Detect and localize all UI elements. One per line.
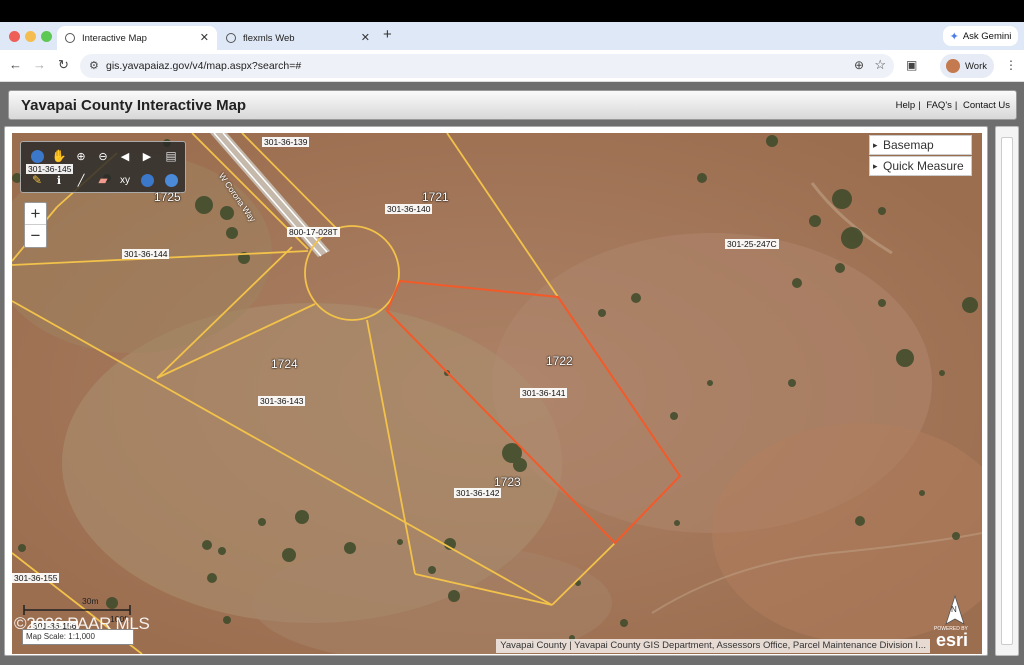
scrollbar-thumb[interactable] bbox=[1001, 137, 1013, 645]
tab-flexmls[interactable]: flexmls Web ✕ bbox=[218, 26, 378, 50]
info-globe-icon[interactable] bbox=[163, 172, 179, 188]
site-icon bbox=[226, 33, 236, 43]
xy-icon[interactable]: xy bbox=[117, 172, 133, 188]
back-button[interactable]: ← bbox=[9, 57, 22, 72]
print-icon[interactable]: ▤ bbox=[163, 148, 179, 164]
screen-top-bar bbox=[0, 0, 1024, 22]
parcel-label[interactable]: 301-36-142 bbox=[454, 488, 502, 498]
map-frame: Basemap Quick Measure ✋ ⊕ ⊖ ◀ ▶ ▤ ✎ ℹ ╱ … bbox=[4, 126, 988, 656]
zoom-out-tool-icon[interactable]: ⊖ bbox=[95, 148, 111, 164]
ask-gemini-button[interactable]: ✦ Ask Gemini bbox=[943, 26, 1018, 46]
next-extent-icon[interactable]: ▶ bbox=[139, 148, 155, 164]
avatar bbox=[946, 59, 960, 73]
forward-button[interactable]: → bbox=[33, 57, 46, 72]
identify-icon[interactable]: ℹ bbox=[51, 172, 67, 188]
tab-label: Interactive Map bbox=[82, 32, 147, 44]
mls-watermark: ©2026 PAAR MLS bbox=[14, 614, 150, 633]
cast-icon[interactable]: ▣ bbox=[906, 58, 917, 72]
help-link[interactable]: Help bbox=[896, 100, 916, 111]
previous-extent-icon[interactable]: ◀ bbox=[117, 148, 133, 164]
zoom-in-button[interactable]: + bbox=[25, 203, 46, 225]
zoom-control: + − bbox=[24, 202, 47, 248]
close-window-button[interactable] bbox=[9, 31, 20, 42]
profile-button[interactable]: Work bbox=[940, 54, 994, 78]
new-tab-button[interactable]: + bbox=[383, 26, 392, 43]
page-title: Yavapai County Interactive Map bbox=[21, 97, 247, 114]
zoom-out-button[interactable]: − bbox=[25, 225, 46, 247]
zoom-in-tool-icon[interactable]: ⊕ bbox=[73, 148, 89, 164]
maximize-window-button[interactable] bbox=[41, 31, 52, 42]
parcel-label[interactable]: 301-36-144 bbox=[122, 249, 170, 259]
measure-icon[interactable]: ✎ bbox=[29, 172, 45, 188]
contact-link[interactable]: Contact Us bbox=[963, 100, 1010, 111]
esri-wordmark: esri bbox=[936, 630, 969, 650]
basemap-widget[interactable]: Basemap bbox=[869, 135, 972, 155]
browser-tab-strip: Interactive Map ✕ flexmls Web ✕ bbox=[0, 22, 1024, 50]
help-icon[interactable] bbox=[139, 172, 155, 188]
map-attribution: Yavapai County | Yavapai County GIS Depa… bbox=[496, 639, 930, 653]
lot-number: 1722 bbox=[546, 354, 573, 368]
map-imagery bbox=[12, 133, 982, 654]
quick-measure-widget[interactable]: Quick Measure bbox=[869, 156, 972, 176]
site-info-icon[interactable]: ⚙ bbox=[89, 59, 99, 72]
tab-interactive-map[interactable]: Interactive Map ✕ bbox=[57, 26, 217, 50]
map-widgets-panel: Basemap Quick Measure bbox=[869, 135, 972, 177]
lot-number: 1725 bbox=[154, 190, 181, 204]
ask-gemini-label: Ask Gemini bbox=[962, 30, 1012, 42]
profile-label: Work bbox=[965, 60, 987, 72]
parcel-label[interactable]: 301-36-143 bbox=[258, 396, 306, 406]
parcel-label[interactable]: 800-17-028T bbox=[287, 227, 340, 237]
faq-link[interactable]: FAQ's bbox=[926, 100, 952, 111]
side-scrollbar[interactable] bbox=[995, 126, 1019, 656]
full-extent-icon[interactable] bbox=[29, 148, 45, 164]
parcel-label[interactable]: 301-36-141 bbox=[520, 388, 568, 398]
url-text: gis.yavapaiaz.gov/v4/map.aspx?search=# bbox=[106, 60, 302, 72]
minimize-window-button[interactable] bbox=[25, 31, 36, 42]
parcel-label[interactable]: 301-36-155 bbox=[12, 573, 60, 583]
north-label: N bbox=[951, 605, 957, 614]
app-header: Yavapai County Interactive Map Help | FAQ… bbox=[8, 90, 1017, 120]
parcel-label[interactable]: 301-36-140 bbox=[385, 204, 433, 214]
draw-line-icon[interactable]: ╱ bbox=[73, 172, 89, 188]
zoom-icon[interactable]: ⊕ bbox=[854, 58, 864, 72]
close-tab-icon[interactable]: ✕ bbox=[361, 31, 370, 44]
lot-number: 1724 bbox=[271, 357, 298, 371]
parcel-label[interactable]: 301-36-145 bbox=[26, 164, 74, 174]
close-tab-icon[interactable]: ✕ bbox=[200, 31, 209, 44]
scale-meters: 30m bbox=[82, 596, 99, 606]
map-view[interactable]: Basemap Quick Measure ✋ ⊕ ⊖ ◀ ▶ ▤ ✎ ℹ ╱ … bbox=[12, 133, 982, 654]
parcel-label[interactable]: 301-25-247C bbox=[725, 239, 779, 249]
page-content: Yavapai County Interactive Map Help | FAQ… bbox=[0, 82, 1024, 665]
browser-menu-icon[interactable]: ⋮ bbox=[1005, 58, 1017, 72]
header-links: Help | FAQ's | Contact Us bbox=[895, 100, 1010, 111]
tab-label: flexmls Web bbox=[243, 32, 295, 44]
esri-logo: N POWERED BY esri bbox=[934, 594, 976, 650]
parcel-label[interactable]: 301-36-139 bbox=[262, 137, 310, 147]
reload-button[interactable]: ↻ bbox=[58, 57, 69, 73]
browser-toolbar: ← → ↻ ⚙ gis.yavapaiaz.gov/v4/map.aspx?se… bbox=[0, 50, 1024, 82]
bookmark-star-icon[interactable]: ☆ bbox=[874, 57, 886, 73]
globe-icon bbox=[65, 33, 75, 43]
pan-icon[interactable]: ✋ bbox=[51, 148, 67, 164]
eraser-icon[interactable]: ▰ bbox=[95, 172, 111, 188]
address-bar[interactable]: ⚙ gis.yavapaiaz.gov/v4/map.aspx?search=#… bbox=[80, 54, 894, 78]
gemini-sparkle-icon: ✦ bbox=[949, 30, 959, 43]
lot-number: 1723 bbox=[494, 475, 521, 489]
lot-number: 1721 bbox=[422, 190, 449, 204]
